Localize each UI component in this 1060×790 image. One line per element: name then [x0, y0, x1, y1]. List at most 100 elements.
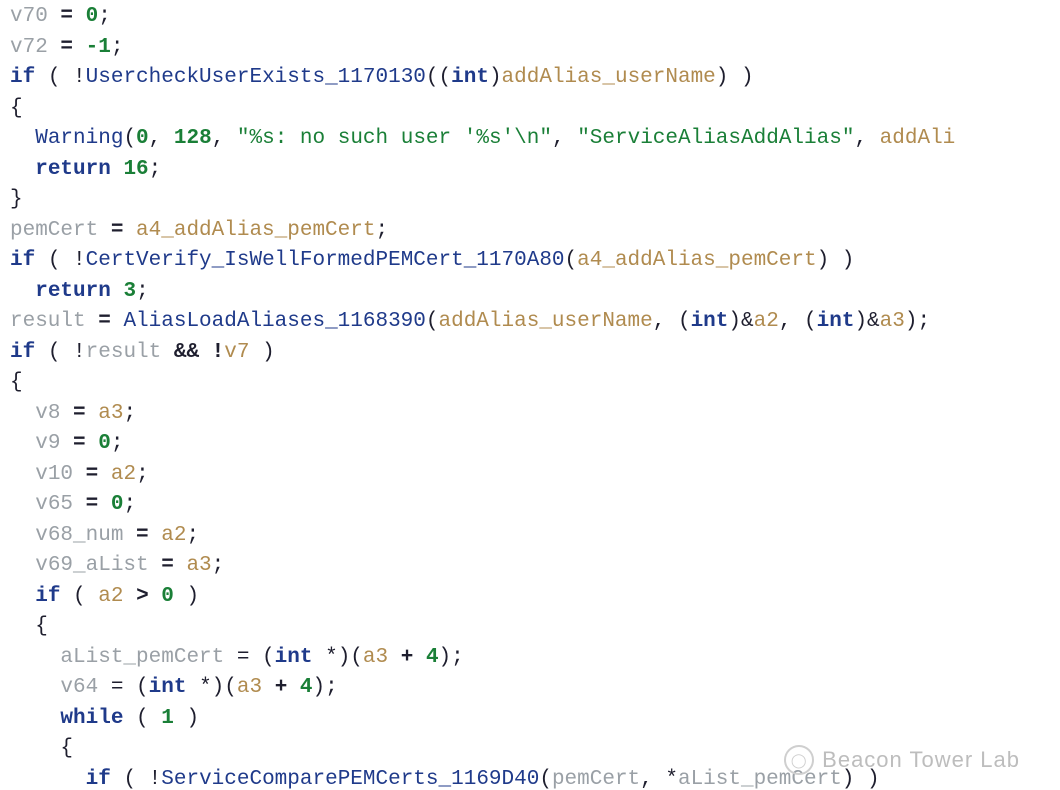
code-token: 4 [426, 646, 439, 669]
code-token: a3 [363, 646, 388, 669]
code-token: a2 [111, 463, 136, 486]
code-token: ( [565, 249, 578, 272]
code-token: ; [136, 463, 149, 486]
code-token: -1 [86, 36, 111, 59]
code-line: if ( !CertVerify_IsWellFormedPEMCert_117… [10, 246, 1050, 277]
code-token: { [10, 97, 23, 120]
code-token: ) [174, 707, 199, 730]
code-token: ( [123, 127, 136, 150]
code-token: v65 [35, 493, 73, 516]
code-token: , * [640, 768, 678, 790]
code-token [10, 554, 35, 577]
code-token: ) ) [817, 249, 855, 272]
code-line: { [10, 734, 1050, 765]
code-token: a3 [98, 402, 123, 425]
code-line: while ( 1 ) [10, 704, 1050, 735]
code-token: v68_num [35, 524, 123, 547]
code-token: addAlias_userName [502, 66, 716, 89]
code-token: aList_pemCert [678, 768, 842, 790]
code-token: if [10, 249, 35, 272]
code-token: ) ) [716, 66, 754, 89]
code-line: Warning(0, 128, "%s: no such user '%s'\n… [10, 124, 1050, 155]
code-token: v64 [60, 676, 98, 699]
code-line: { [10, 368, 1050, 399]
code-line: v64 = (int *)(a3 + 4); [10, 673, 1050, 704]
code-token: v72 [10, 36, 48, 59]
code-token: return [35, 280, 111, 303]
code-token: = [73, 493, 111, 516]
code-token: v8 [35, 402, 60, 425]
code-token: { [10, 371, 23, 394]
code-token [10, 432, 35, 455]
code-line: { [10, 612, 1050, 643]
code-line: aList_pemCert = (int *)(a3 + 4); [10, 643, 1050, 674]
code-token [10, 646, 60, 669]
code-token: ( [123, 707, 161, 730]
code-token: ); [313, 676, 338, 699]
code-token: 0 [86, 5, 99, 28]
code-token: *)( [312, 646, 362, 669]
code-line: v10 = a2; [10, 460, 1050, 491]
code-token: ; [149, 158, 162, 181]
code-token: addAli [880, 127, 956, 150]
code-token: 3 [123, 280, 136, 303]
code-token: 16 [123, 158, 148, 181]
code-token [10, 493, 35, 516]
code-token: result [10, 310, 86, 333]
code-token: a2 [98, 585, 123, 608]
code-token: a3 [186, 554, 211, 577]
code-token: aList_pemCert [60, 646, 224, 669]
code-token: pemCert [10, 219, 98, 242]
code-token: , [149, 127, 174, 150]
code-token: ); [905, 310, 930, 333]
code-token: result [86, 341, 162, 364]
code-token: ) ) [842, 768, 880, 790]
code-token [10, 676, 60, 699]
code-token: , ( [779, 310, 817, 333]
code-token: ) [174, 585, 199, 608]
code-token: AliasLoadAliases_1168390 [123, 310, 425, 333]
code-token: = [98, 219, 136, 242]
code-token [111, 280, 124, 303]
code-token [10, 585, 35, 608]
code-token: ) [489, 66, 502, 89]
code-token: ); [439, 646, 464, 669]
code-token: a4_addAlias_pemCert [136, 219, 375, 242]
code-token: int [149, 676, 187, 699]
code-token: = [60, 402, 98, 425]
code-token [10, 707, 60, 730]
code-token: a4_addAlias_pemCert [577, 249, 816, 272]
code-token: "%s: no such user '%s'\n" [237, 127, 552, 150]
code-line: pemCert = a4_addAlias_pemCert; [10, 216, 1050, 247]
code-token: a3 [237, 676, 262, 699]
code-line: if ( a2 > 0 ) [10, 582, 1050, 613]
code-token: int [451, 66, 489, 89]
code-token: } [10, 188, 23, 211]
decompiler-code-view: v70 = 0;v72 = -1;if ( !UsercheckUserExis… [0, 0, 1060, 790]
code-line: v8 = a3; [10, 399, 1050, 430]
code-token: v9 [35, 432, 60, 455]
code-token: ; [136, 280, 149, 303]
code-line: result = AliasLoadAliases_1168390(addAli… [10, 307, 1050, 338]
code-token: ( ! [35, 341, 85, 364]
code-token [10, 402, 35, 425]
code-token: { [10, 615, 48, 638]
code-token: + [388, 646, 426, 669]
code-token: = [86, 310, 124, 333]
code-token: 0 [98, 432, 111, 455]
code-token: = ( [98, 676, 148, 699]
code-token: = [73, 463, 111, 486]
code-token: ; [123, 402, 136, 425]
code-token: 0 [111, 493, 124, 516]
code-token: ; [98, 5, 111, 28]
code-token: int [691, 310, 729, 333]
code-token: v10 [35, 463, 73, 486]
code-token: while [60, 707, 123, 730]
code-token: 4 [300, 676, 313, 699]
code-token: return [35, 158, 111, 181]
code-token: ( [426, 310, 439, 333]
code-token: UsercheckUserExists_1170130 [86, 66, 426, 89]
code-token [10, 524, 35, 547]
code-token [111, 158, 124, 181]
code-line: return 16; [10, 155, 1050, 186]
